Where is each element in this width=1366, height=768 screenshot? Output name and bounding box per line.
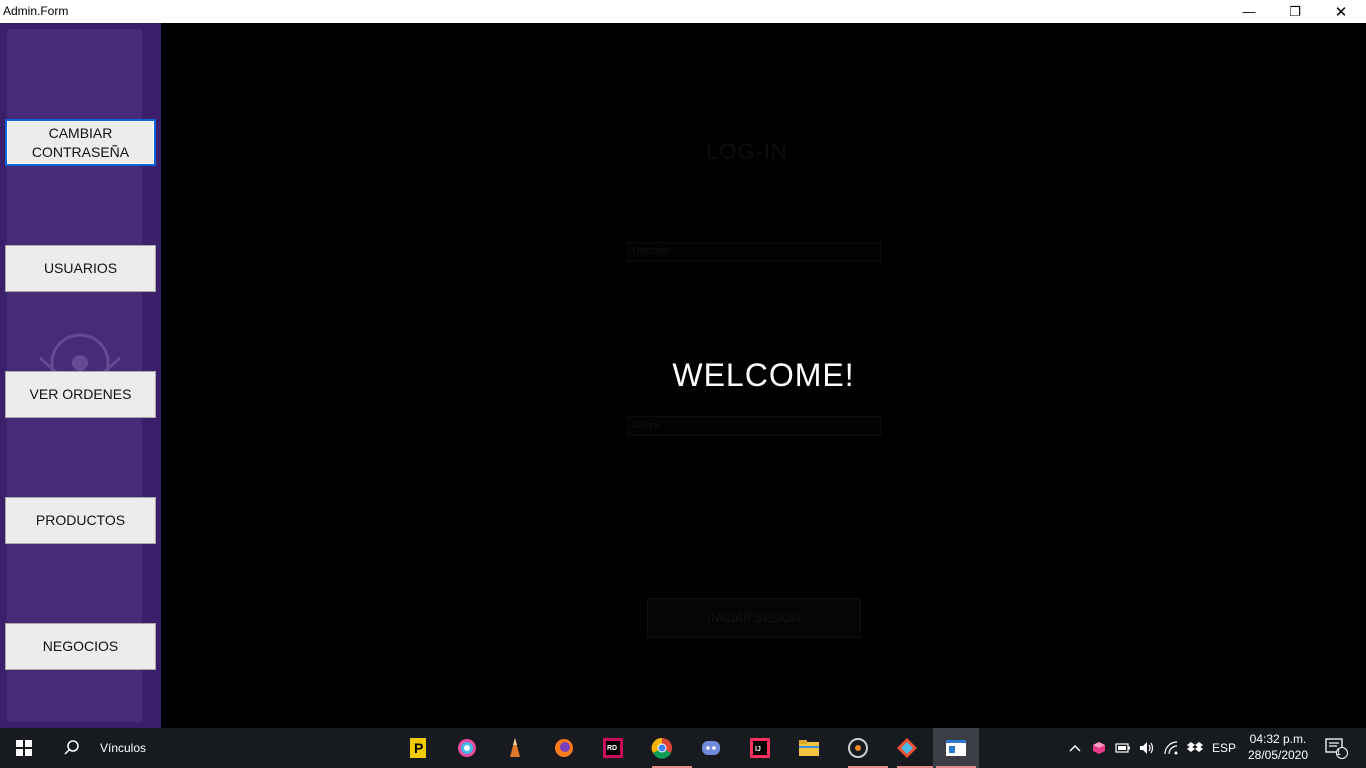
businesses-label: NEGOCIOS xyxy=(42,638,119,654)
battery-icon xyxy=(1115,743,1130,753)
intellij-app[interactable]: IJ xyxy=(744,732,776,764)
paint-icon xyxy=(458,739,476,757)
users-button[interactable]: USUARIOS xyxy=(5,245,156,292)
sidebar: CAMBIAR CONTRASEÑA USUARIOS VER ORDENES … xyxy=(0,23,161,728)
title-bar: Admin.Form — ❐ ✕ xyxy=(0,0,1366,23)
language-indicator[interactable]: ESP xyxy=(1210,728,1238,768)
products-button[interactable]: PRODUCTOS xyxy=(5,497,156,544)
rider-icon: RD xyxy=(603,738,623,758)
main-area: LOG-IN Usuario Clave INICIAR SESION WELC… xyxy=(161,23,1366,728)
minimize-button[interactable]: — xyxy=(1226,0,1272,23)
window-title: Admin.Form xyxy=(3,4,69,18)
intellij-icon: IJ xyxy=(750,738,770,758)
media-player-icon xyxy=(848,738,868,758)
products-label: PRODUCTOS xyxy=(35,512,126,528)
active-window-app[interactable] xyxy=(933,728,979,768)
change-password-button[interactable]: CAMBIAR CONTRASEÑA xyxy=(5,119,156,166)
clock-time: 04:32 p.m. xyxy=(1249,732,1307,746)
login-submit-button: INICIAR SESION xyxy=(647,598,861,638)
discord-icon xyxy=(702,741,720,755)
speaker-icon xyxy=(1140,742,1154,754)
username-field: Usuario xyxy=(627,242,881,262)
tray-app-button[interactable] xyxy=(1090,728,1108,768)
svg-text:P: P xyxy=(414,740,423,756)
action-center-button[interactable]: 1 xyxy=(1318,728,1352,768)
file-explorer-icon xyxy=(799,740,819,756)
git-app[interactable] xyxy=(891,732,937,768)
clock-date: 28/05/2020 xyxy=(1247,748,1309,762)
battery-button[interactable] xyxy=(1114,728,1132,768)
businesses-button[interactable]: NEGOCIOS xyxy=(5,623,156,670)
show-hidden-icons-button[interactable] xyxy=(1066,728,1084,768)
chevron-up-icon xyxy=(1069,744,1081,752)
users-label: USUARIOS xyxy=(43,260,118,276)
chrome-app[interactable] xyxy=(646,732,692,768)
password-field: Clave xyxy=(627,416,881,436)
dropbox-button[interactable] xyxy=(1186,728,1204,768)
volume-button[interactable] xyxy=(1138,728,1156,768)
wifi-icon xyxy=(1164,741,1178,755)
windows-start-icon xyxy=(16,740,32,756)
svg-text:IJ: IJ xyxy=(755,746,761,753)
notification-icon xyxy=(1325,738,1348,759)
search-icon xyxy=(64,740,79,755)
maximize-button[interactable]: ❐ xyxy=(1272,0,1318,23)
links-toolbar[interactable]: Vínculos xyxy=(100,740,146,756)
view-orders-label: VER ORDENES xyxy=(29,386,132,402)
firefox-icon xyxy=(555,739,573,757)
pinned-p-app[interactable]: P xyxy=(402,732,434,764)
file-explorer-app[interactable] xyxy=(793,732,825,764)
welcome-message: WELCOME! xyxy=(672,357,855,393)
active-window-icon xyxy=(946,740,966,756)
notification-count: 1 xyxy=(1336,747,1342,757)
svg-text:RD: RD xyxy=(607,745,617,752)
git-icon xyxy=(897,738,917,758)
search-button[interactable] xyxy=(48,728,96,768)
login-title: LOG-IN xyxy=(706,139,788,164)
view-orders-button[interactable]: VER ORDENES xyxy=(5,371,156,418)
discord-app[interactable] xyxy=(695,732,727,764)
chrome-icon xyxy=(651,737,672,759)
media-player-app[interactable] xyxy=(842,732,888,768)
paint-app[interactable] xyxy=(451,732,483,764)
start-button[interactable] xyxy=(0,728,48,768)
firefox-app[interactable] xyxy=(548,732,580,764)
pinned-p-icon: P xyxy=(410,738,426,758)
network-button[interactable] xyxy=(1162,728,1180,768)
close-button[interactable]: ✕ xyxy=(1318,0,1364,23)
dropbox-icon xyxy=(1187,742,1203,752)
rider-app[interactable]: RD xyxy=(597,732,629,764)
clock[interactable]: 04:32 p.m. 28/05/2020 xyxy=(1244,731,1312,763)
pencil-app[interactable] xyxy=(499,732,531,764)
cube-app-icon xyxy=(1093,742,1105,754)
change-password-label: CAMBIAR CONTRASEÑA xyxy=(31,124,130,160)
pencil-icon xyxy=(510,738,520,757)
taskbar: Vínculos P RD IJ ESP 04:32 p.m. 28/05/20… xyxy=(0,728,1366,768)
